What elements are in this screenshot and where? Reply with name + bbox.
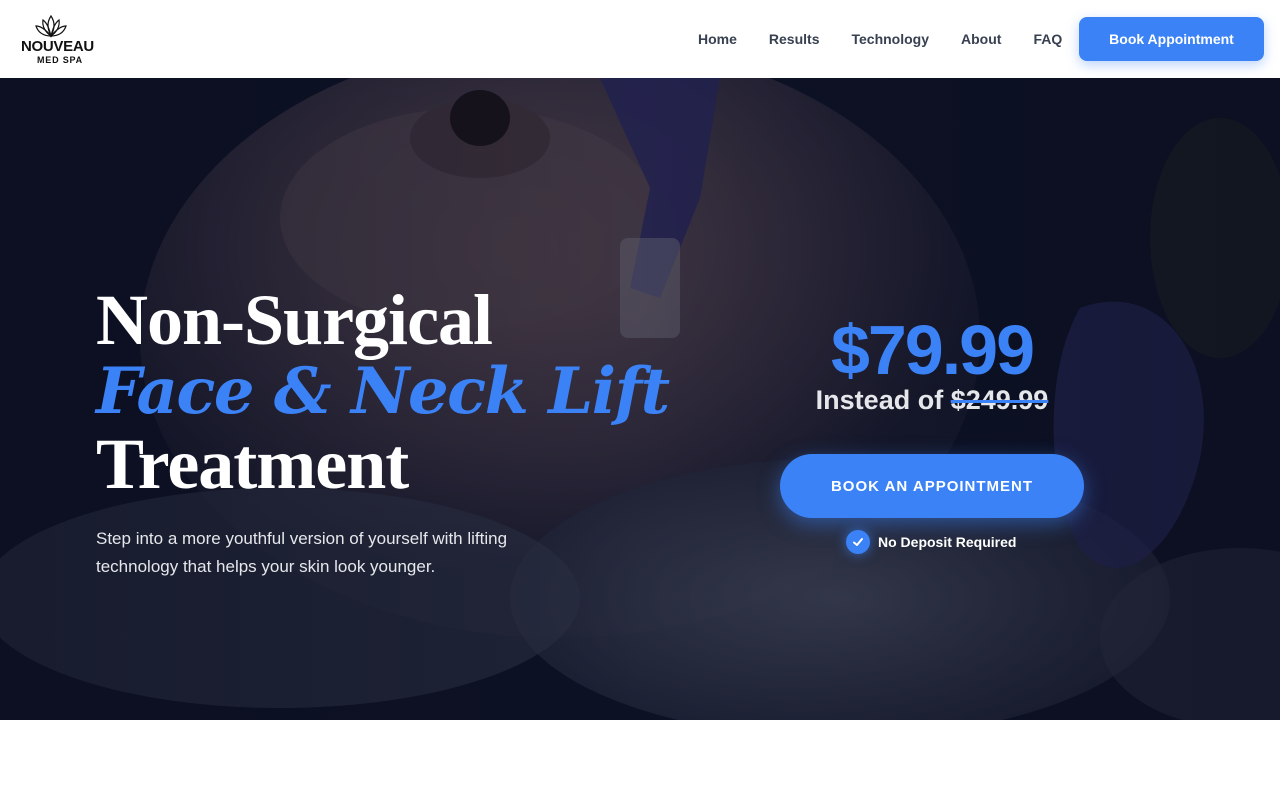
book-an-appointment-button[interactable]: BOOK AN APPOINTMENT: [780, 454, 1084, 518]
nav-item-results[interactable]: Results: [753, 0, 836, 78]
brand-logo[interactable]: NOUVEAU MED SPA: [21, 14, 105, 72]
nav-item-technology[interactable]: Technology: [835, 0, 945, 78]
nav-item-about[interactable]: About: [945, 0, 1017, 78]
original-price: $249.99: [950, 385, 1049, 415]
main-nav: Home Results Technology About FAQ: [682, 0, 1078, 78]
book-appointment-button[interactable]: Book Appointment: [1079, 17, 1264, 61]
brand-name: NOUVEAU: [21, 38, 94, 55]
instead-prefix: Instead of: [815, 385, 944, 415]
nav-item-home[interactable]: Home: [682, 0, 753, 78]
price-block: $79.99 Instead of $249.99: [780, 310, 1084, 418]
sale-price: $79.99: [830, 311, 1035, 389]
no-deposit-note: No Deposit Required: [846, 530, 1016, 554]
headline-line-2: Face & Neck Lift: [96, 354, 670, 429]
nav-item-faq[interactable]: FAQ: [1017, 0, 1078, 78]
brand-subtitle: MED SPA: [37, 55, 83, 65]
original-price-line: Instead of $249.99: [780, 382, 1084, 418]
lotus-icon: [35, 14, 67, 38]
site-header: NOUVEAU MED SPA Home Results Technology …: [0, 0, 1280, 78]
hero-headline: Non-Surgical Face & Neck Lift Treatment: [96, 284, 736, 500]
headline-line-1: Non-Surgical: [96, 280, 493, 360]
headline-line-3: Treatment: [96, 424, 409, 504]
check-icon: [846, 530, 870, 554]
hero-section: Non-Surgical Face & Neck Lift Treatment …: [0, 78, 1280, 720]
hero-subtext: Step into a more youthful version of you…: [96, 529, 508, 576]
no-deposit-label: No Deposit Required: [878, 534, 1017, 550]
